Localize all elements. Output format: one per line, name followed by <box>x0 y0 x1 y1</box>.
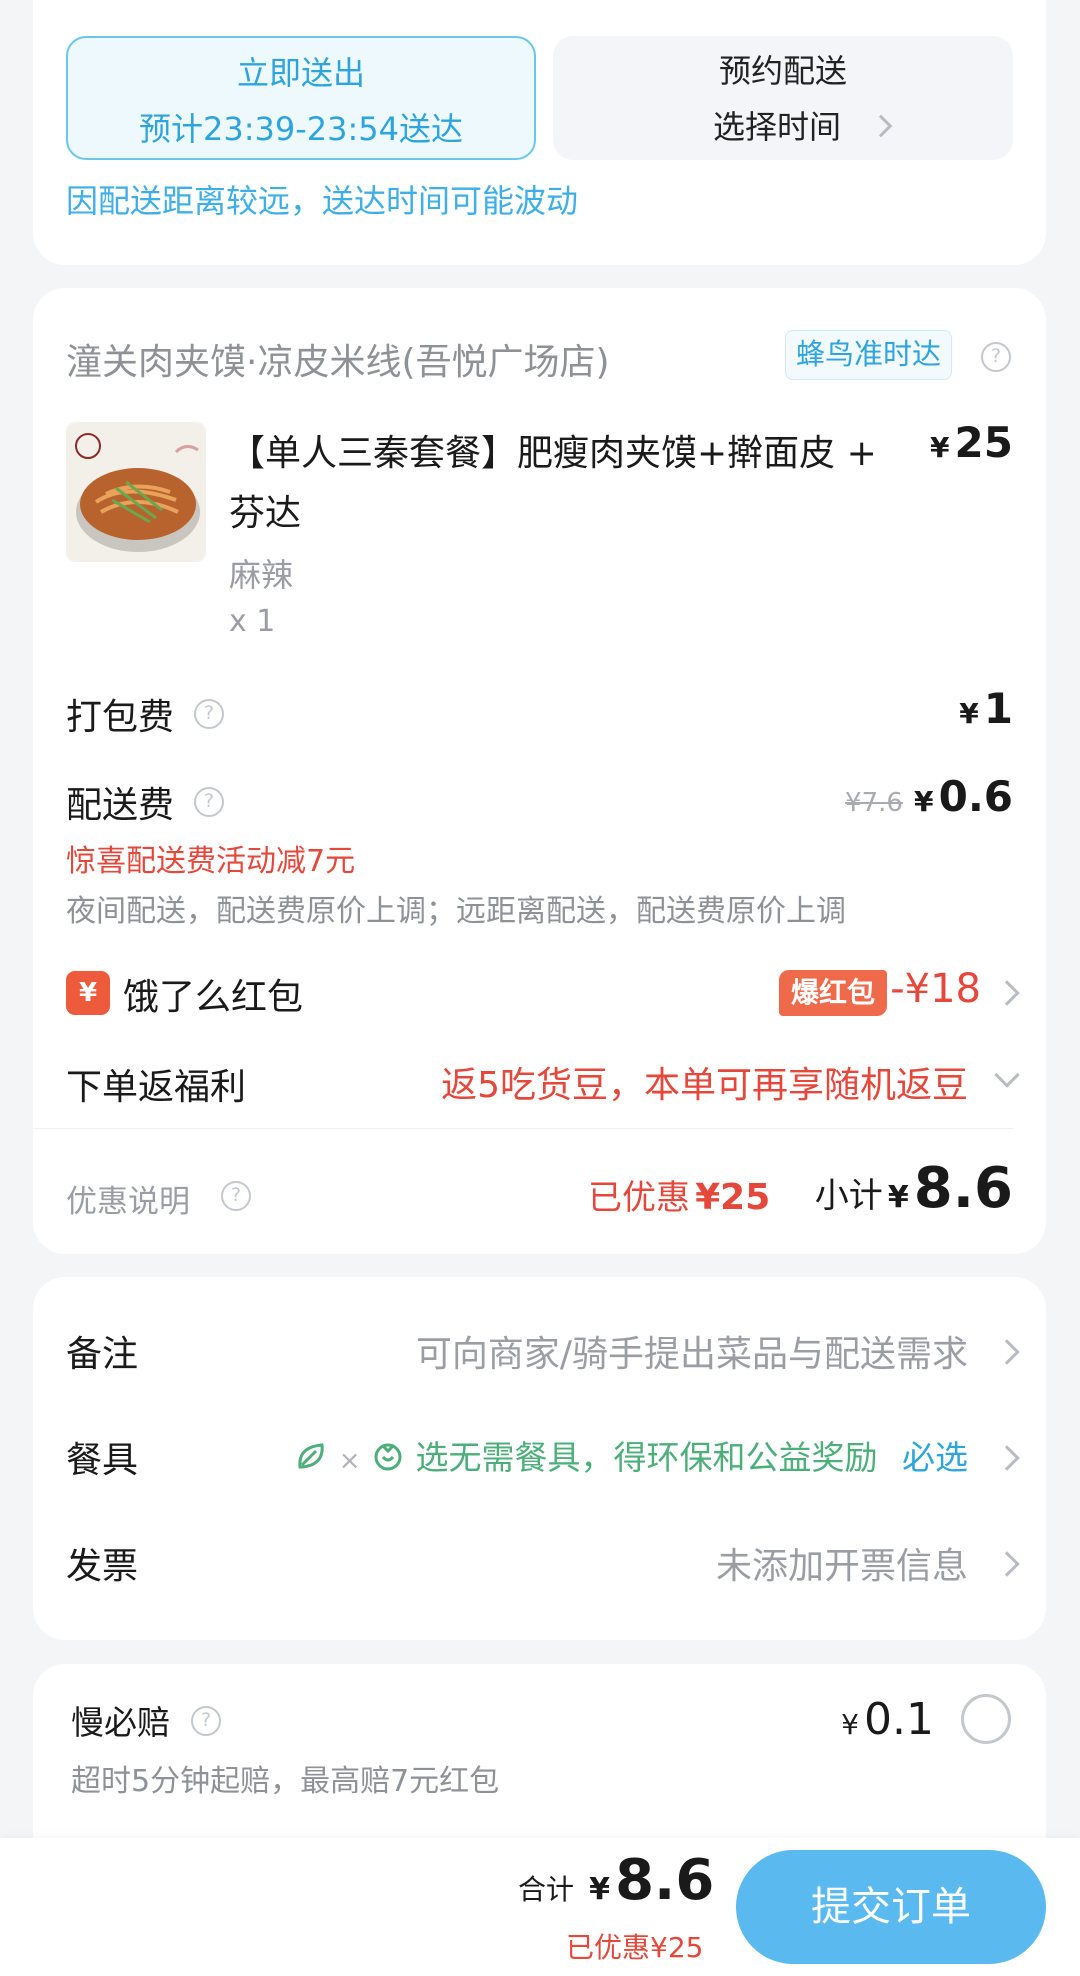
packing-fee-amount: ¥ 1 <box>959 684 1013 733</box>
total-label: 合计 <box>518 1873 575 1906</box>
help-icon[interactable] <box>194 699 224 729</box>
insurance-desc: 超时5分钟起赔，最高赔7元红包 <box>71 1764 500 1799</box>
item-price-value: 25 <box>954 418 1013 467</box>
help-icon[interactable] <box>221 1181 251 1211</box>
delivery-fee-note: 夜间配送，配送费原价上调；远距离配送，配送费原价上调 <box>66 894 846 929</box>
times-sign: × <box>338 1446 361 1476</box>
tableware-label: 餐具 <box>66 1440 139 1481</box>
item-title-line1: 【单人三秦套餐】肥瘦肉夹馍+擀面皮 + <box>229 433 877 474</box>
remark-label: 备注 <box>66 1334 139 1375</box>
leaf-icon <box>294 1439 328 1481</box>
insurance-label: 慢必赔 <box>71 1703 170 1742</box>
saved-prefix: 已优惠 <box>588 1178 690 1218</box>
chevron-right-icon <box>994 1445 1020 1471</box>
redpacket-amount[interactable]: -¥18 <box>890 966 981 1012</box>
subtotal-value: 8.6 <box>913 1156 1013 1221</box>
chevron-right-icon <box>994 1551 1020 1577</box>
currency-symbol: ¥ <box>841 1708 859 1741</box>
currency-symbol: ¥ <box>959 697 979 730</box>
tableware-row[interactable]: 餐具 × 选无需餐具，得环保和公益奖励 必选 <box>33 1423 1046 1493</box>
invoice-label: 发票 <box>66 1546 139 1587</box>
item-spec: 麻辣 <box>229 556 294 594</box>
item-image[interactable] <box>66 422 206 562</box>
insurance-price-value: 0.1 <box>864 1694 934 1745</box>
order-card: 潼关肉夹馍·凉皮米线(吾悦广场店) 蜂鸟准时达 【单人三秦套餐】肥瘦肉夹馍+擀面… <box>33 288 1046 1254</box>
insurance-price: ¥ 0.1 <box>841 1694 934 1745</box>
delivery-notice: 因配送距离较远，送达时间可能波动 <box>66 182 579 220</box>
packing-fee-label: 打包费 <box>66 697 175 738</box>
chevron-right-icon <box>869 114 893 138</box>
checkout-bar: 合计 ¥ 8.6 已优惠¥25 提交订单 <box>0 1838 1080 1976</box>
invoice-value: 未添加开票信息 <box>715 1546 968 1587</box>
deliver-now-eta: 预计23:39-23:54送达 <box>139 110 463 148</box>
redpacket-tag: 爆红包 <box>779 970 888 1016</box>
help-icon[interactable] <box>194 787 224 817</box>
item-qty: x 1 <box>229 604 276 639</box>
remark-row[interactable]: 备注 可向商家/骑手提出菜品与配送需求 <box>33 1317 1046 1387</box>
packing-fee-value: 1 <box>983 684 1013 733</box>
invoice-row[interactable]: 发票 未添加开票信息 <box>33 1529 1046 1599</box>
delivery-fee-label: 配送费 <box>66 785 175 826</box>
deliver-now-title: 立即送出 <box>236 54 365 92</box>
noodle-dish-icon <box>75 433 200 552</box>
delivery-fee-original: ¥7.6 <box>845 788 903 818</box>
divider <box>33 1128 1013 1129</box>
discount-explain-label[interactable]: 优惠说明 <box>66 1176 190 1221</box>
delivery-fee-value: 0.6 <box>938 772 1013 821</box>
insurance-radio[interactable] <box>961 1694 1011 1744</box>
tableware-value: 选无需餐具，得环保和公益奖励 <box>415 1438 878 1477</box>
delivery-card: 立即送出 预计23:39-23:54送达 预约配送 选择时间 因配送距离较远，送… <box>33 0 1046 265</box>
fengniao-badge: 蜂鸟准时达 <box>785 330 953 380</box>
store-name[interactable]: 潼关肉夹馍·凉皮米线(吾悦广场店) <box>66 333 610 385</box>
currency-symbol: ¥ <box>589 1872 610 1907</box>
subtotal: 小计 ¥ 8.6 <box>815 1156 1013 1221</box>
chevron-right-icon <box>994 1339 1020 1365</box>
chevron-down-icon[interactable] <box>994 1062 1020 1088</box>
rebate-text[interactable]: 返5吃货豆，本单可再享随机返豆 <box>441 1056 968 1108</box>
currency-symbol: ¥ <box>914 785 934 818</box>
footer-saved: 已优惠¥25 <box>566 1931 704 1964</box>
rebate-label: 下单返福利 <box>66 1067 247 1108</box>
redpacket-icon: ¥ <box>66 971 110 1015</box>
charity-icon <box>371 1439 405 1481</box>
submit-order-button[interactable]: 提交订单 <box>736 1850 1046 1964</box>
remark-value: 可向商家/骑手提出菜品与配送需求 <box>415 1334 968 1375</box>
saved-info: 已优惠 ¥25 <box>588 1170 770 1219</box>
chevron-right-icon <box>994 980 1020 1006</box>
delivery-fee-amount: ¥7.6 ¥ 0.6 <box>845 772 1013 821</box>
schedule-title: 预约配送 <box>718 52 847 90</box>
currency-symbol: ¥ <box>887 1180 909 1215</box>
help-icon[interactable] <box>981 342 1011 372</box>
item-title-line2: 芬达 <box>229 493 302 534</box>
deliver-now-option[interactable]: 立即送出 预计23:39-23:54送达 <box>66 36 536 160</box>
schedule-sub: 选择时间 <box>713 108 842 146</box>
help-icon[interactable] <box>191 1706 221 1736</box>
redpacket-label[interactable]: 饿了么红包 <box>123 968 303 1020</box>
schedule-delivery-option[interactable]: 预约配送 选择时间 <box>553 36 1013 160</box>
total-value: 8.6 <box>615 1848 715 1913</box>
item-price: ¥ 25 <box>930 418 1013 467</box>
tableware-required: 必选 <box>902 1438 968 1477</box>
currency-symbol: ¥ <box>929 431 950 464</box>
delivery-fee-promo: 惊喜配送费活动减7元 <box>66 844 356 879</box>
total: 合计 ¥ 8.6 <box>518 1848 714 1913</box>
tableware-value-group: × 选无需餐具，得环保和公益奖励 必选 <box>294 1431 968 1481</box>
options-card: 备注 可向商家/骑手提出菜品与配送需求 餐具 × 选无需餐具，得环保和公益奖励 … <box>33 1277 1046 1640</box>
saved-amount: ¥25 <box>695 1177 771 1218</box>
subtotal-label: 小计 <box>814 1176 883 1216</box>
